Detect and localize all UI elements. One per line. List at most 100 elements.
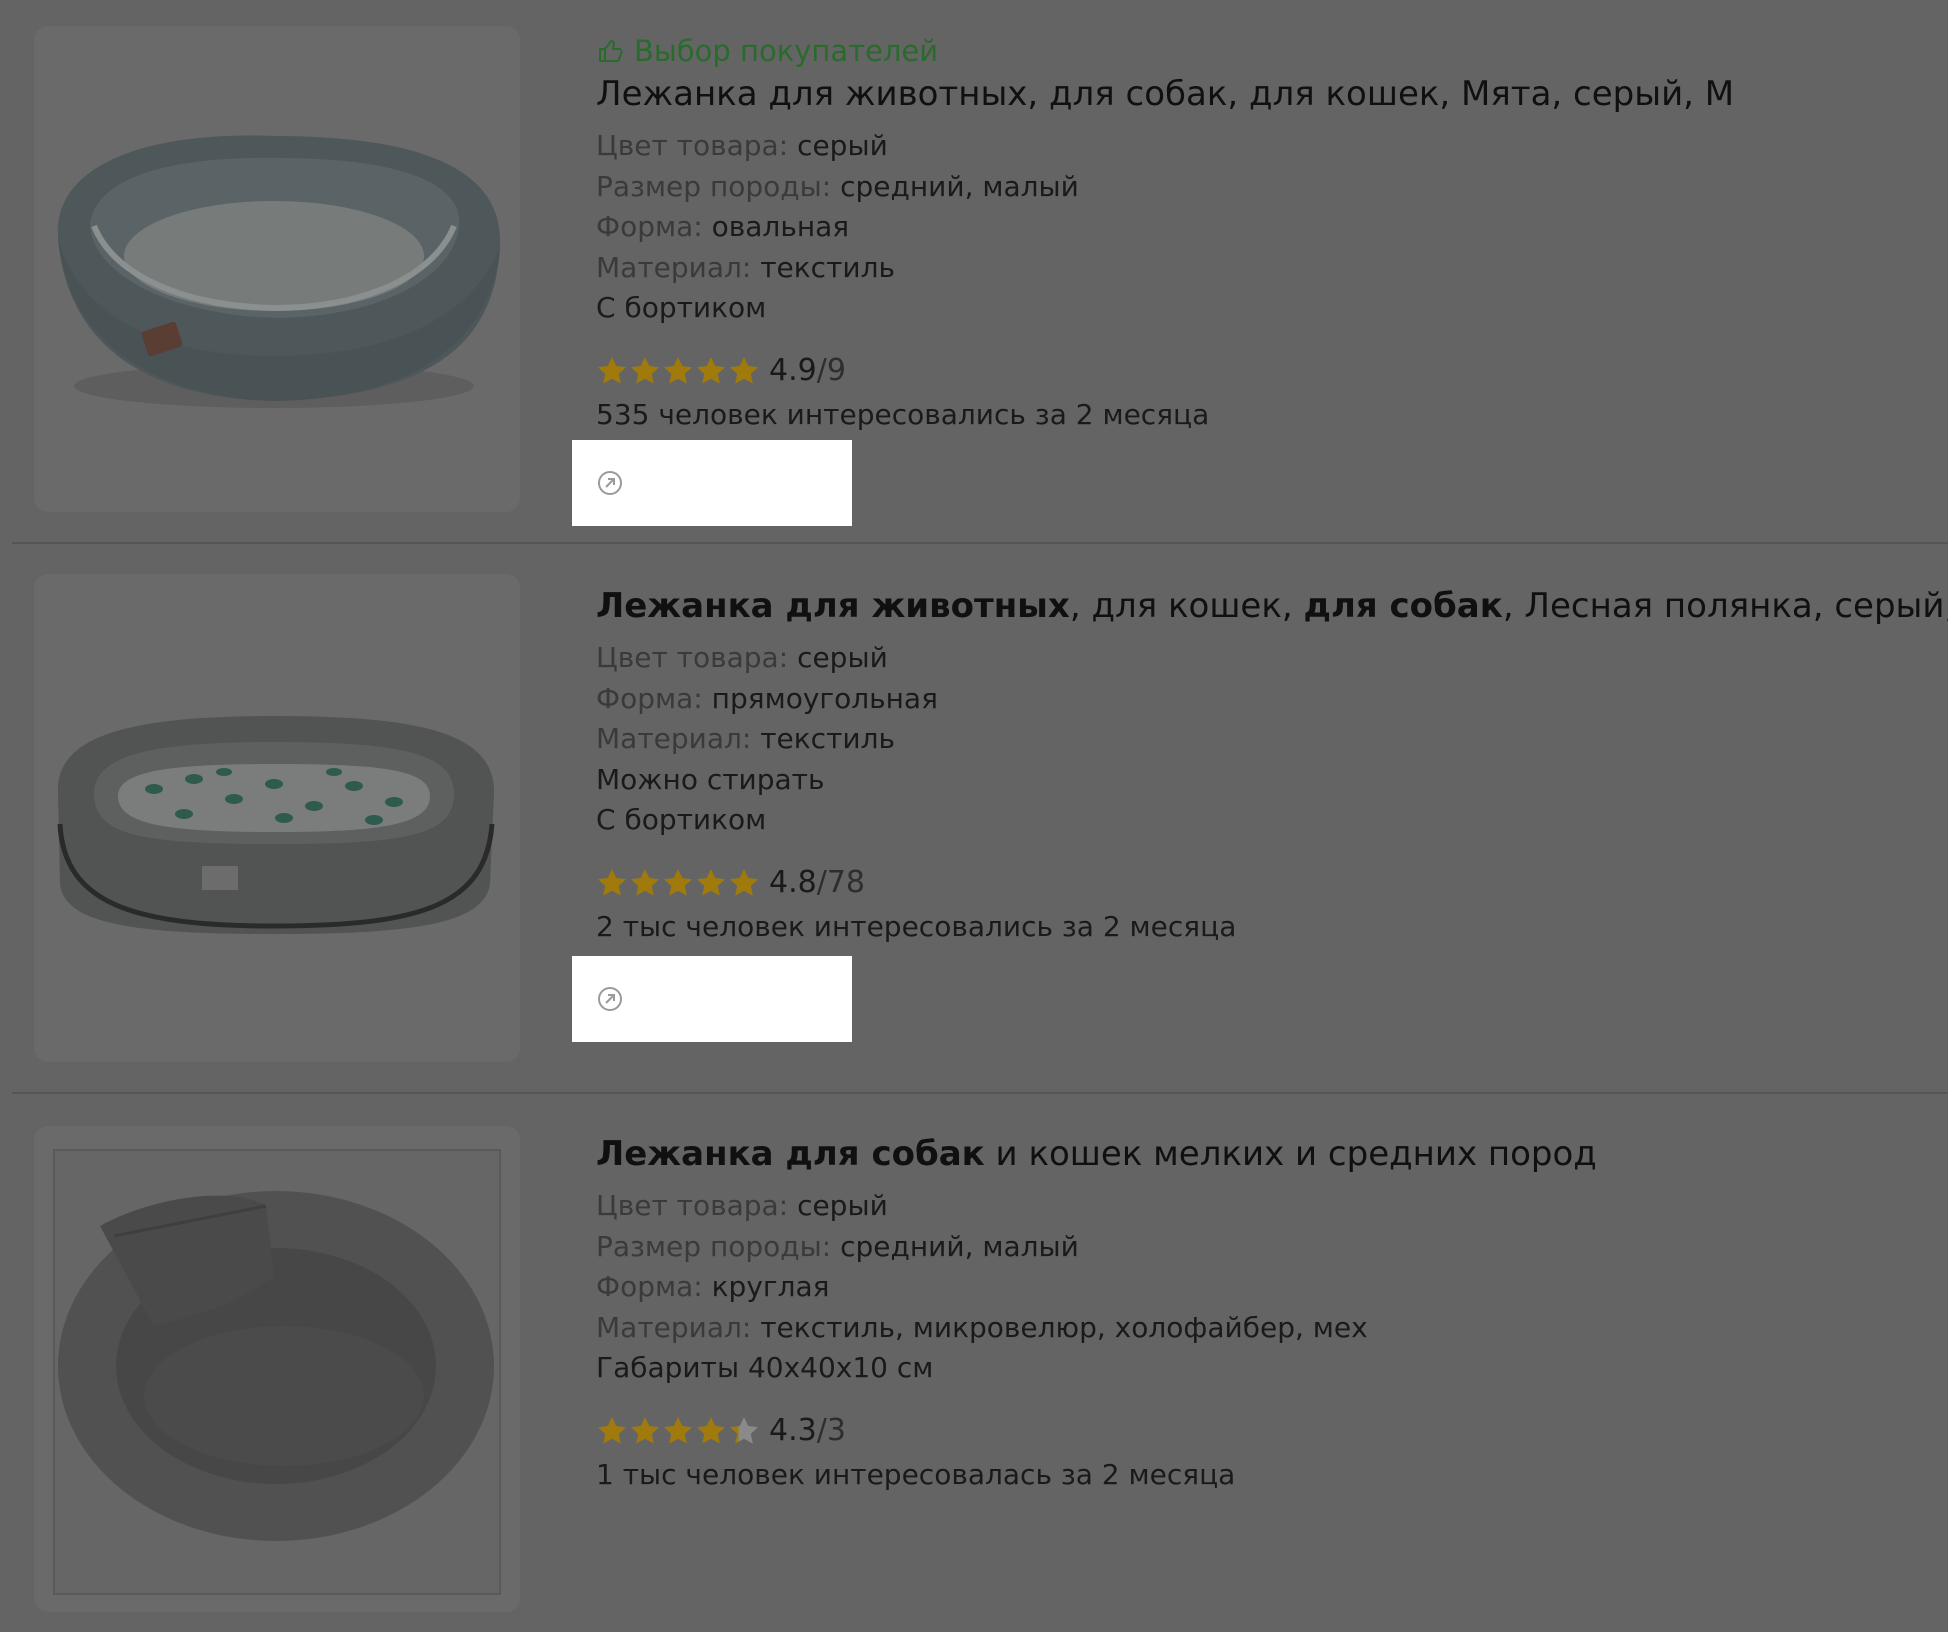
property-key: Форма: xyxy=(596,681,703,715)
rating-value: 4.8 xyxy=(769,865,817,900)
product-title[interactable]: Лежанка для животных, для собак, для кош… xyxy=(596,70,1928,118)
property-key: Материал: xyxy=(596,1310,752,1344)
review-count: /78 xyxy=(816,865,865,900)
property-value: прямоугольная xyxy=(711,681,938,715)
product-card[interactable]: Лежанка для собак и кошек мелких и средн… xyxy=(0,1094,1948,1632)
property-value: С бортиком xyxy=(596,803,767,836)
rating-score: 4.9/9 xyxy=(769,353,846,388)
product-property: Габариты 40x40x10 см xyxy=(596,1348,1928,1389)
property-value: серый xyxy=(797,129,888,162)
product-property: С бортиком xyxy=(596,800,1928,841)
property-value: Можно стирать xyxy=(596,762,825,796)
rating-stars xyxy=(596,1415,761,1447)
star-icon xyxy=(664,356,692,384)
property-value: текстиль xyxy=(760,722,895,755)
rectangular-pet-bed-image xyxy=(57,716,495,934)
property-value: текстиль, микровелюр, холофайбер, мех xyxy=(760,1310,1368,1344)
title-part: , для кошек, xyxy=(1069,586,1304,626)
title-part: Лежанка для собак xyxy=(596,1134,985,1174)
rating[interactable]: 4.8/78 xyxy=(596,859,1928,907)
property-value: серый xyxy=(797,1189,888,1222)
product-image[interactable] xyxy=(34,1126,520,1612)
title-part: Лежанка для животных, для собак, для кош… xyxy=(596,74,1735,114)
star-icon xyxy=(664,1416,692,1444)
customer-choice-badge: Выбор покупателей xyxy=(596,32,1928,70)
rating-score: 4.8/78 xyxy=(769,865,865,900)
rating-stars xyxy=(596,355,761,387)
product-property: Форма: прямоугольная xyxy=(596,679,1928,720)
product-property: Цвет товара: серый xyxy=(596,1186,1928,1227)
star-icon xyxy=(631,1416,659,1444)
product-card[interactable]: Выбор покупателей Лежанка для животных, … xyxy=(0,0,1948,543)
star-icon xyxy=(664,868,692,896)
star-icon xyxy=(697,1416,725,1444)
property-value: текстиль xyxy=(760,250,895,284)
round-pet-bed-image xyxy=(53,1149,501,1595)
product-image[interactable] xyxy=(34,574,520,1062)
star-icon xyxy=(631,356,659,384)
external-link-button[interactable] xyxy=(572,956,852,1042)
star-icon xyxy=(598,868,626,896)
property-value: овальная xyxy=(711,210,850,243)
interest-count: 2 тыс человек интересовались за 2 месяца xyxy=(596,909,1237,943)
product-property: Форма: овальная xyxy=(596,207,1928,248)
property-value: Габариты 40x40x10 см xyxy=(596,1351,934,1384)
product-property: Цвет товара: серый xyxy=(596,638,1928,679)
review-count: /3 xyxy=(816,1413,846,1448)
rating-value: 4.3 xyxy=(769,1413,817,1448)
rating[interactable]: 4.9/9 xyxy=(596,347,1928,395)
product-property: С бортиком xyxy=(596,288,1928,329)
property-key: Материал: xyxy=(596,250,752,284)
product-property: Цвет товара: серый xyxy=(596,126,1928,167)
property-value: С бортиком xyxy=(596,291,767,324)
property-key: Форма: xyxy=(596,210,703,243)
rating-value: 4.9 xyxy=(769,353,817,388)
badge-label: Выбор покупателей xyxy=(634,34,939,68)
star-icon xyxy=(697,868,725,896)
product-property: Форма: круглая xyxy=(596,1267,1928,1308)
product-title[interactable]: Лежанка для собак и кошек мелких и средн… xyxy=(596,1130,1928,1178)
external-link-button[interactable] xyxy=(572,440,852,526)
rating-stars xyxy=(596,867,761,899)
property-value: круглая xyxy=(711,1270,830,1303)
product-property: Материал: текстиль xyxy=(596,248,1928,289)
thumbs-up-icon xyxy=(599,40,623,62)
title-part: , Лесная полянка, серый, М xyxy=(1502,586,1948,626)
product-card[interactable]: Лежанка для животных, для кошек, для соб… xyxy=(0,544,1948,1093)
product-title[interactable]: Лежанка для животных, для кошек, для соб… xyxy=(596,582,1948,630)
rating[interactable]: 4.3/3 xyxy=(596,1407,1928,1455)
interest-count: 1 тыс человек интересовалась за 2 месяца xyxy=(596,1457,1236,1491)
property-key: Цвет товара: xyxy=(596,1189,789,1222)
star-icon xyxy=(697,356,725,384)
property-key: Размер породы: xyxy=(596,169,832,203)
product-property: Материал: текстиль, микровелюр, холофайб… xyxy=(596,1308,1928,1349)
external-link-icon xyxy=(598,987,622,1011)
title-part: для собак xyxy=(1303,586,1503,626)
product-property: Материал: текстиль xyxy=(596,719,1928,760)
oval-pet-bed-image xyxy=(57,135,501,408)
property-key: Цвет товара: xyxy=(596,129,789,162)
star-icon xyxy=(631,868,659,896)
product-property: Размер породы: средний, малый xyxy=(596,1227,1928,1268)
external-link-icon xyxy=(598,471,622,495)
star-icon xyxy=(598,1416,626,1444)
property-key: Материал: xyxy=(596,722,752,755)
product-image[interactable] xyxy=(34,26,520,512)
review-count: /9 xyxy=(816,353,846,388)
property-key: Цвет товара: xyxy=(596,641,789,674)
title-part: и кошек мелких и средних пород xyxy=(984,1134,1597,1174)
property-key: Форма: xyxy=(596,1270,703,1303)
property-value: серый xyxy=(797,641,888,674)
interest-count: 535 человек интересовались за 2 месяца xyxy=(596,397,1210,431)
title-part: Лежанка для животных xyxy=(596,586,1070,626)
product-property: Можно стирать xyxy=(596,760,1928,801)
property-key: Размер породы: xyxy=(596,1229,832,1263)
rating-score: 4.3/3 xyxy=(769,1413,846,1448)
star-icon xyxy=(730,356,758,384)
star-icon xyxy=(598,356,626,384)
product-property: Размер породы: средний, малый xyxy=(596,167,1928,208)
star-icon xyxy=(730,868,758,896)
star-icon xyxy=(730,1416,758,1444)
property-value: средний, малый xyxy=(840,169,1079,203)
property-value: средний, малый xyxy=(840,1229,1079,1263)
